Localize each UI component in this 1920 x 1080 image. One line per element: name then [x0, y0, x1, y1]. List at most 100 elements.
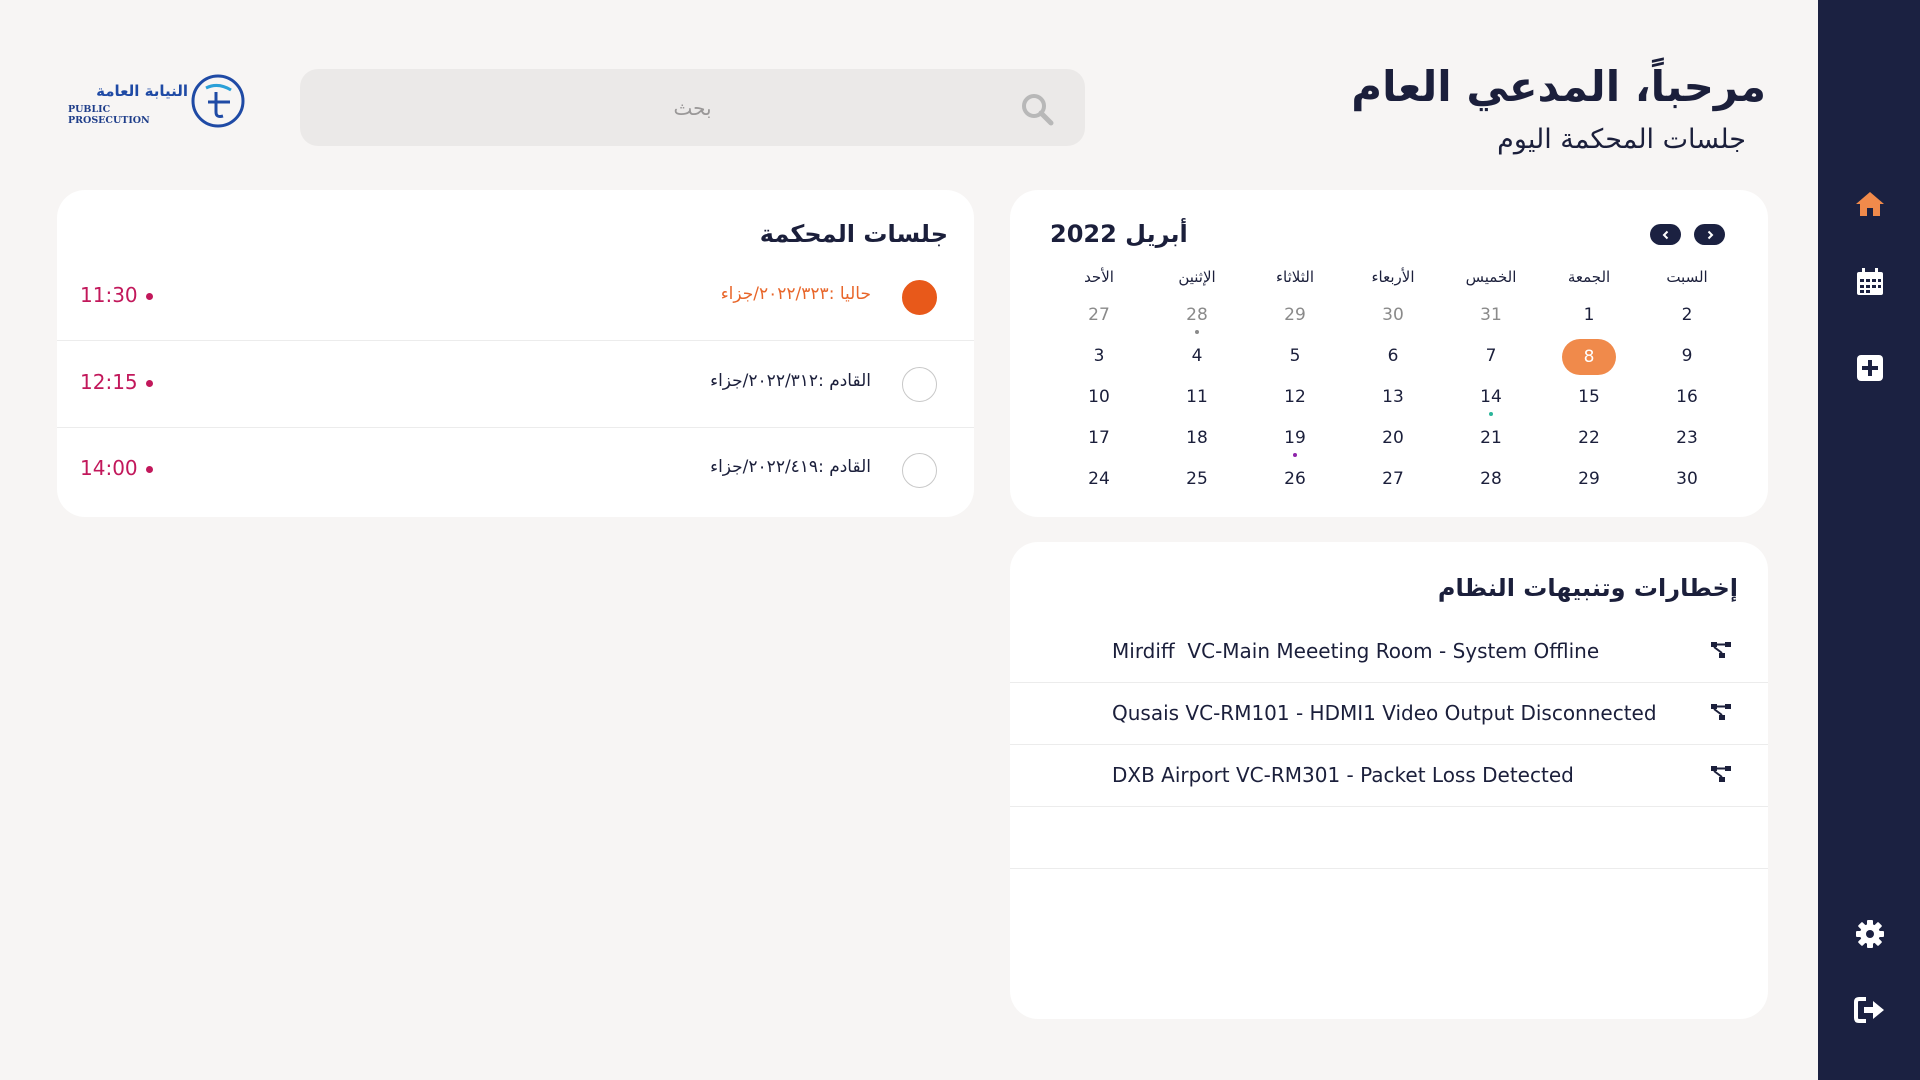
- nav-calendar[interactable]: [1854, 266, 1886, 298]
- calendar-day[interactable]: 31: [1442, 298, 1540, 339]
- calendar-day[interactable]: 24: [1050, 462, 1148, 503]
- nav-home[interactable]: [1854, 188, 1886, 220]
- day-number: 27: [1088, 305, 1110, 325]
- alert-text: DXB Airport VC-RM301 - Packet Loss Detec…: [1112, 763, 1574, 787]
- search-icon[interactable]: [1020, 92, 1054, 126]
- calendar-day[interactable]: 28: [1148, 298, 1246, 339]
- session-row[interactable]: 11:30 حاليا :٢٠٢٢/٣٢٣/جزاء: [57, 255, 974, 341]
- calendar-day[interactable]: 14: [1442, 380, 1540, 421]
- day-number: 30: [1676, 469, 1698, 489]
- event-dot: [1489, 412, 1493, 416]
- calendar-prev-button[interactable]: [1650, 224, 1681, 245]
- calendar-day[interactable]: 16: [1638, 380, 1736, 421]
- system-alerts-card: إخطارات وتنبيهات النظام Mirdiff VC-Main …: [1010, 542, 1768, 1019]
- session-radio[interactable]: [902, 367, 937, 402]
- calendar-day[interactable]: 12: [1246, 380, 1344, 421]
- sidebar: [1818, 0, 1920, 1080]
- nav-add[interactable]: [1854, 352, 1886, 384]
- day-number: 23: [1676, 428, 1698, 448]
- session-time: 14:00: [80, 456, 138, 480]
- calendar-day[interactable]: 20: [1344, 421, 1442, 462]
- day-number: 13: [1382, 387, 1404, 407]
- session-time-dot: [146, 293, 153, 300]
- day-number: 24: [1088, 469, 1110, 489]
- calendar-day[interactable]: 19: [1246, 421, 1344, 462]
- alerts-title: إخطارات وتنبيهات النظام: [1437, 574, 1738, 602]
- calendar-day[interactable]: 13: [1344, 380, 1442, 421]
- alert-row[interactable]: DXB Airport VC-RM301 - Packet Loss Detec…: [1010, 745, 1768, 807]
- search-input[interactable]: [300, 69, 1085, 146]
- calendar-day[interactable]: 11: [1148, 380, 1246, 421]
- day-number: 11: [1186, 387, 1208, 407]
- alert-text: Qusais VC-RM101 - HDMI1 Video Output Dis…: [1112, 701, 1657, 725]
- calendar-day[interactable]: 17: [1050, 421, 1148, 462]
- calendar-day[interactable]: 23: [1638, 421, 1736, 462]
- calendar-day[interactable]: 29: [1540, 462, 1638, 503]
- calendar-card: أبريل 2022 السبت الجمعة الخميس الأربعاء الثل…: [1010, 190, 1768, 517]
- chevron-right-icon: [1707, 230, 1713, 239]
- calendar-day[interactable]: 3: [1050, 339, 1148, 380]
- calendar-day[interactable]: 5: [1246, 339, 1344, 380]
- calendar-grid: السبت الجمعة الخميس الأربعاء الثلاثاء الإثنين…: [1050, 268, 1736, 503]
- day-number: 8: [1562, 339, 1616, 375]
- calendar-day[interactable]: 25: [1148, 462, 1246, 503]
- weekday-label: الثلاثاء: [1275, 268, 1314, 286]
- logo-text-ar: النيابة العامة: [96, 82, 188, 100]
- weekday-label: الجمعة: [1567, 268, 1611, 286]
- session-case: القادم :٢٠٢٢/٤١٩/جزاء: [710, 457, 871, 477]
- session-row[interactable]: 12:15 القادم :٢٠٢٢/٣١٢/جزاء: [57, 342, 974, 428]
- weekday-label: الإثنين: [1178, 268, 1216, 286]
- calendar-week: 2 1 31 30 29 28 27: [1050, 298, 1736, 339]
- alert-text: Mirdiff VC-Main Meeeting Room - System O…: [1112, 639, 1600, 663]
- alert-row[interactable]: Mirdiff VC-Main Meeeting Room - System O…: [1010, 621, 1768, 683]
- calendar-week: 9 8 7 6 5 4 3: [1050, 339, 1736, 380]
- calendar-day[interactable]: 4: [1148, 339, 1246, 380]
- calendar-month-label: أبريل 2022: [1050, 220, 1188, 248]
- calendar-day[interactable]: 27: [1344, 462, 1442, 503]
- nav-settings[interactable]: [1854, 918, 1886, 950]
- session-radio[interactable]: [902, 280, 937, 315]
- calendar-day[interactable]: 2: [1638, 298, 1736, 339]
- calendar-day[interactable]: 30: [1638, 462, 1736, 503]
- network-icon: [1711, 766, 1731, 782]
- day-number: 20: [1382, 428, 1404, 448]
- nav-logout[interactable]: [1854, 994, 1886, 1026]
- calendar-next-button[interactable]: [1694, 224, 1725, 245]
- weekday-label: السبت: [1666, 268, 1708, 286]
- calendar-day[interactable]: 9: [1638, 339, 1736, 380]
- calendar-day[interactable]: 26: [1246, 462, 1344, 503]
- calendar-day[interactable]: 6: [1344, 339, 1442, 380]
- home-icon: [1856, 192, 1884, 216]
- calendar-day[interactable]: 27: [1050, 298, 1148, 339]
- day-number: 10: [1088, 387, 1110, 407]
- calendar-day[interactable]: 21: [1442, 421, 1540, 462]
- event-dot: [1293, 453, 1297, 457]
- session-radio[interactable]: [902, 453, 937, 488]
- calendar-icon: [1857, 268, 1883, 295]
- calendar-day[interactable]: 10: [1050, 380, 1148, 421]
- calendar-day[interactable]: 22: [1540, 421, 1638, 462]
- day-number: 18: [1186, 428, 1208, 448]
- calendar-day[interactable]: 1: [1540, 298, 1638, 339]
- day-number: 22: [1578, 428, 1600, 448]
- calendar-week: 30 29 28 27 26 25 24: [1050, 462, 1736, 503]
- public-prosecution-logo: النيابة العامة PUBLIC PROSECUTION: [68, 74, 248, 130]
- day-number: 3: [1093, 346, 1105, 366]
- session-time: 12:15: [80, 370, 138, 394]
- calendar-day[interactable]: 15: [1540, 380, 1638, 421]
- calendar-day[interactable]: 29: [1246, 298, 1344, 339]
- calendar-day[interactable]: 18: [1148, 421, 1246, 462]
- settings-icon: [1856, 920, 1884, 948]
- calendar-day[interactable]: 7: [1442, 339, 1540, 380]
- day-number: 7: [1485, 346, 1497, 366]
- day-number: 29: [1578, 469, 1600, 489]
- calendar-days: 2 1 31 30 29 28 27 9 8 7 6 5 4 3 16 15 14 13 12 11 10 23 22 21 2…: [1050, 298, 1736, 503]
- search-bar[interactable]: [300, 69, 1085, 146]
- calendar-day[interactable]: 28: [1442, 462, 1540, 503]
- alert-row[interactable]: Qusais VC-RM101 - HDMI1 Video Output Dis…: [1010, 683, 1768, 745]
- day-number: 19: [1284, 428, 1306, 448]
- calendar-weekdays: السبت الجمعة الخميس الأربعاء الثلاثاء الإثنين…: [1050, 268, 1736, 298]
- calendar-day[interactable]: 30: [1344, 298, 1442, 339]
- session-row[interactable]: 14:00 القادم :٢٠٢٢/٤١٩/جزاء: [57, 428, 974, 514]
- calendar-day-today[interactable]: 8: [1540, 339, 1638, 380]
